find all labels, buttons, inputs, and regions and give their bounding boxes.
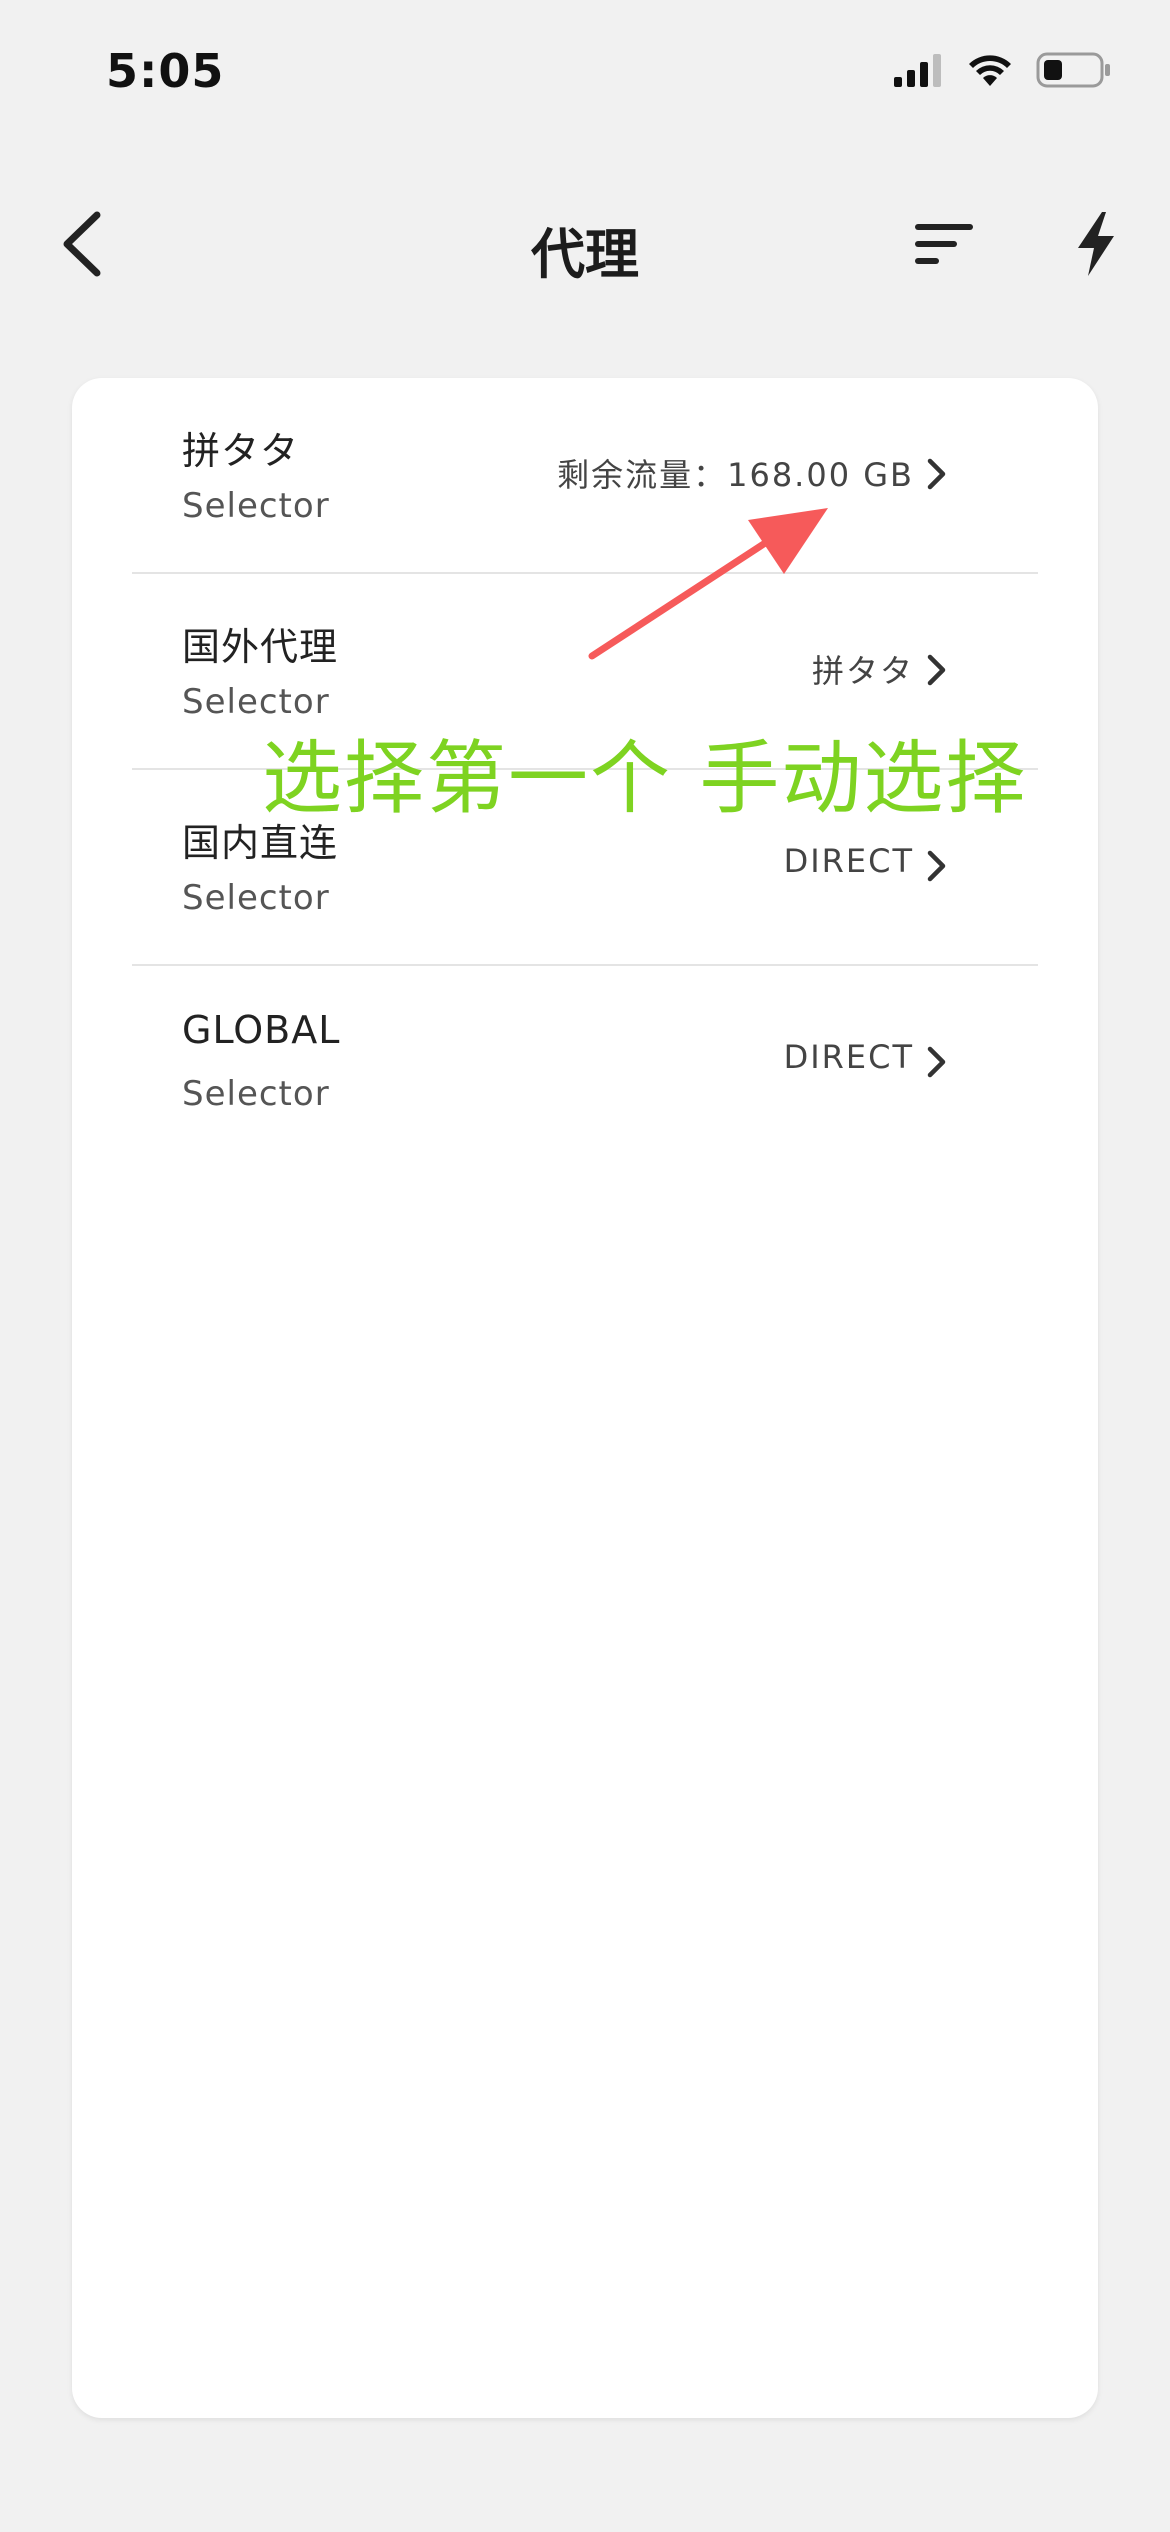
proxy-group-name: GLOBAL [182, 1008, 341, 1052]
chevron-right-icon [926, 1042, 952, 1082]
sort-icon [913, 222, 975, 270]
signal-icon [894, 53, 944, 91]
proxy-group-type: Selector [182, 486, 330, 526]
lightning-icon [1076, 212, 1116, 280]
chevron-right-icon [926, 650, 952, 690]
chevron-right-icon [926, 454, 952, 494]
proxy-group-value: 剩余流量：168.00 GB [557, 456, 914, 494]
status-time: 5:05 [106, 44, 225, 98]
status-icons [894, 52, 1112, 92]
proxy-group-value: DIRECT [783, 1038, 914, 1076]
proxy-group-type: Selector [182, 1074, 330, 1114]
proxy-group-row[interactable]: GLOBAL Selector DIRECT [132, 966, 1038, 1160]
annotation-text: 选择第一个 手动选择 [262, 732, 1028, 825]
proxy-group-name: 拼タタ [182, 429, 300, 473]
proxy-group-type: Selector [182, 878, 330, 918]
page-title: 代理 [531, 223, 639, 286]
proxy-groups-card: 拼タタ Selector 剩余流量：168.00 GB 国外代理 Selecto… [72, 378, 1098, 2418]
annotation-arrow-icon [580, 496, 840, 666]
battery-icon [1036, 52, 1112, 92]
status-bar: 5:05 [0, 0, 1170, 150]
chevron-right-icon [926, 846, 952, 886]
proxy-group-value: DIRECT [783, 842, 914, 880]
nav-header: 代理 [0, 190, 1170, 300]
sort-button[interactable] [906, 216, 982, 276]
wifi-icon [966, 52, 1014, 92]
proxy-group-name: 国外代理 [182, 625, 339, 669]
speed-test-button[interactable] [1068, 210, 1124, 282]
